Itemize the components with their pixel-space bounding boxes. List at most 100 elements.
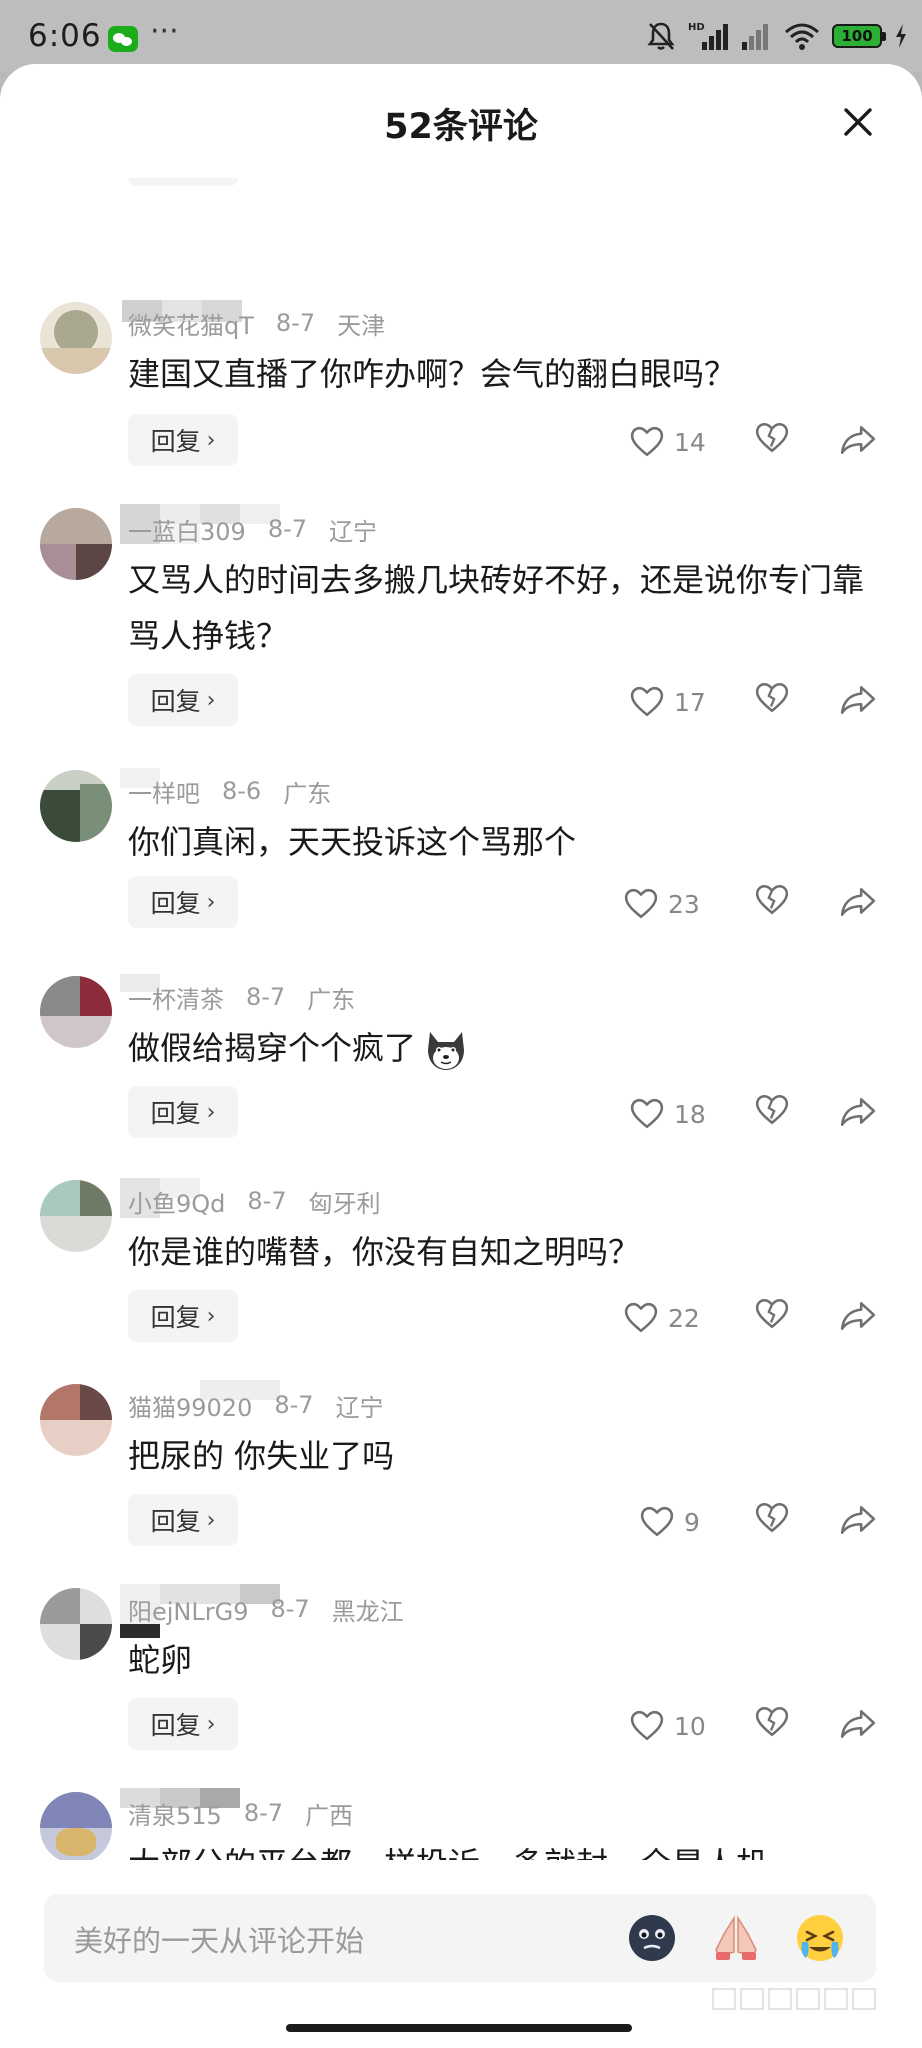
comment-list[interactable]: 回复 › 9: [0, 64, 922, 1924]
like-button[interactable]: 17: [630, 682, 706, 722]
commenter-name[interactable]: 阳ejNLrG9: [128, 1592, 249, 1627]
avatar[interactable]: [40, 1588, 112, 1660]
comments-count-title: 52条评论: [384, 107, 538, 147]
avatar[interactable]: [40, 976, 112, 1048]
broken-heart-icon: [755, 1094, 789, 1125]
like-count: 18: [674, 1099, 706, 1129]
comment-item: 阳ejNLrG9 8-7 黑龙江 蛇卵 回复 › 10: [0, 1584, 922, 1768]
battery-level: 100: [841, 27, 873, 45]
like-button[interactable]: 9: [640, 1502, 700, 1542]
like-button[interactable]: 10: [630, 1706, 706, 1746]
comment-meta: 阳ejNLrG9 8-7 黑龙江: [128, 1592, 404, 1626]
share-button[interactable]: [840, 1300, 878, 1338]
comment-actions: 回复 › 23: [0, 876, 922, 932]
commenter-name[interactable]: 微笑花猫qT: [128, 306, 254, 341]
share-button[interactable]: [840, 424, 878, 462]
battery-icon: 100: [832, 24, 886, 48]
like-button[interactable]: 14: [630, 422, 706, 462]
comment-meta: 猫猫99020 8-7 辽宁: [128, 1388, 384, 1422]
heart-outline-icon: [624, 888, 658, 919]
reply-label: 回复: [150, 687, 201, 716]
comment-actions: 回复 › 17: [0, 674, 922, 730]
share-button[interactable]: [840, 1708, 878, 1746]
avatar[interactable]: [40, 302, 112, 374]
heart-outline-icon: [630, 1098, 664, 1129]
like-button[interactable]: 18: [630, 1094, 706, 1134]
share-button[interactable]: [840, 1504, 878, 1542]
comment-actions: 回复 › 9: [0, 1494, 922, 1550]
chevron-right-icon: ›: [206, 1507, 216, 1533]
share-arrow-icon: [840, 1098, 876, 1126]
share-button[interactable]: [840, 684, 878, 722]
chevron-right-icon: ›: [206, 1099, 216, 1125]
like-button[interactable]: 22: [624, 1298, 700, 1338]
comment-actions: 回复 › 14: [0, 414, 922, 470]
close-button[interactable]: [838, 102, 878, 142]
commenter-name[interactable]: 小鱼9Qd: [128, 1184, 225, 1219]
dislike-button[interactable]: [754, 682, 792, 722]
avatar[interactable]: [40, 1384, 112, 1456]
avatar[interactable]: [40, 508, 112, 580]
reply-button[interactable]: 回复 ›: [128, 1290, 238, 1342]
chevron-right-icon: ›: [206, 1711, 216, 1737]
more-notifications-indicator: ···: [150, 14, 179, 49]
chevron-right-icon: ›: [206, 1303, 216, 1329]
praying-hands-emoji-icon: [715, 1915, 757, 1960]
comment-date: 8-7: [274, 1391, 314, 1419]
home-indicator[interactable]: [286, 2024, 632, 2032]
commenter-name[interactable]: 一蓝白309: [128, 512, 246, 547]
praying-hands-emoji-button[interactable]: [710, 1912, 762, 1964]
crying-face-emoji-button[interactable]: [794, 1912, 846, 1964]
comment-location: 辽宁: [335, 1393, 384, 1422]
dislike-button[interactable]: [754, 422, 792, 462]
dislike-button[interactable]: [754, 884, 792, 924]
comment-date: 8-7: [275, 309, 316, 337]
comment-location: 辽宁: [329, 517, 378, 546]
comment-input[interactable]: 美好的一天从评论开始: [44, 1894, 876, 1982]
like-count: 14: [674, 427, 706, 457]
reply-button[interactable]: 回复 ›: [128, 1698, 238, 1750]
comment-location: 匈牙利: [308, 1189, 381, 1218]
commenter-name[interactable]: 一杯清茶: [128, 980, 224, 1015]
avatar[interactable]: [40, 770, 112, 842]
dislike-button[interactable]: [754, 1298, 792, 1338]
comment-input-placeholder: 美好的一天从评论开始: [74, 1924, 365, 1958]
dark-face-emoji-button[interactable]: [626, 1912, 678, 1964]
comment-location: 广东: [283, 779, 332, 808]
broken-heart-icon: [755, 422, 789, 453]
reply-button[interactable]: 回复 ›: [128, 674, 238, 726]
reply-button[interactable]: 回复 ›: [128, 1494, 238, 1546]
comment-date: 8-6: [222, 777, 262, 805]
comment-item: 小鱼9Qd 8-7 匈牙利 你是谁的嘴替，你没有自知之明吗？ 回复 › 22: [0, 1178, 922, 1360]
status-icons: HD 100: [646, 14, 908, 58]
reply-button[interactable]: 回复 ›: [128, 876, 238, 928]
heart-outline-icon: [624, 1302, 658, 1333]
like-count: 10: [674, 1711, 706, 1741]
share-button[interactable]: [840, 886, 878, 924]
comment-text: 又骂人的时间去多搬几块砖好不好，还是说你专门靠骂人挣钱？: [128, 561, 865, 655]
dislike-button[interactable]: [754, 1706, 792, 1746]
reply-button[interactable]: 回复 ›: [128, 1086, 238, 1138]
comment-text-content: 做假给揭穿个个疯了: [128, 1029, 417, 1067]
like-count: 23: [668, 889, 700, 919]
share-arrow-icon: [840, 1302, 876, 1330]
commenter-name[interactable]: 猫猫99020: [128, 1388, 252, 1423]
heart-outline-icon: [630, 1710, 664, 1741]
heart-outline-icon: [640, 1506, 674, 1537]
like-button[interactable]: 23: [624, 884, 700, 924]
commenter-name[interactable]: 清泉515: [128, 1796, 222, 1831]
reply-button[interactable]: 回复 ›: [128, 414, 238, 466]
comment-text: 蛇卵: [128, 1641, 193, 1679]
dislike-button[interactable]: [754, 1502, 792, 1542]
share-button[interactable]: [840, 1096, 878, 1134]
dislike-button[interactable]: [754, 1094, 792, 1134]
comment-location: 天津: [337, 311, 386, 340]
comments-sheet: 回复 › 9: [0, 64, 922, 2048]
heart-outline-icon: [630, 426, 664, 457]
commenter-name[interactable]: 一样吧: [128, 774, 200, 809]
avatar[interactable]: [40, 1792, 112, 1864]
avatar[interactable]: [40, 1180, 112, 1252]
comment-date: 8-7: [246, 983, 286, 1011]
signal-weak-icon: [742, 24, 768, 50]
comment-input-bar: 美好的一天从评论开始: [0, 1860, 922, 2048]
